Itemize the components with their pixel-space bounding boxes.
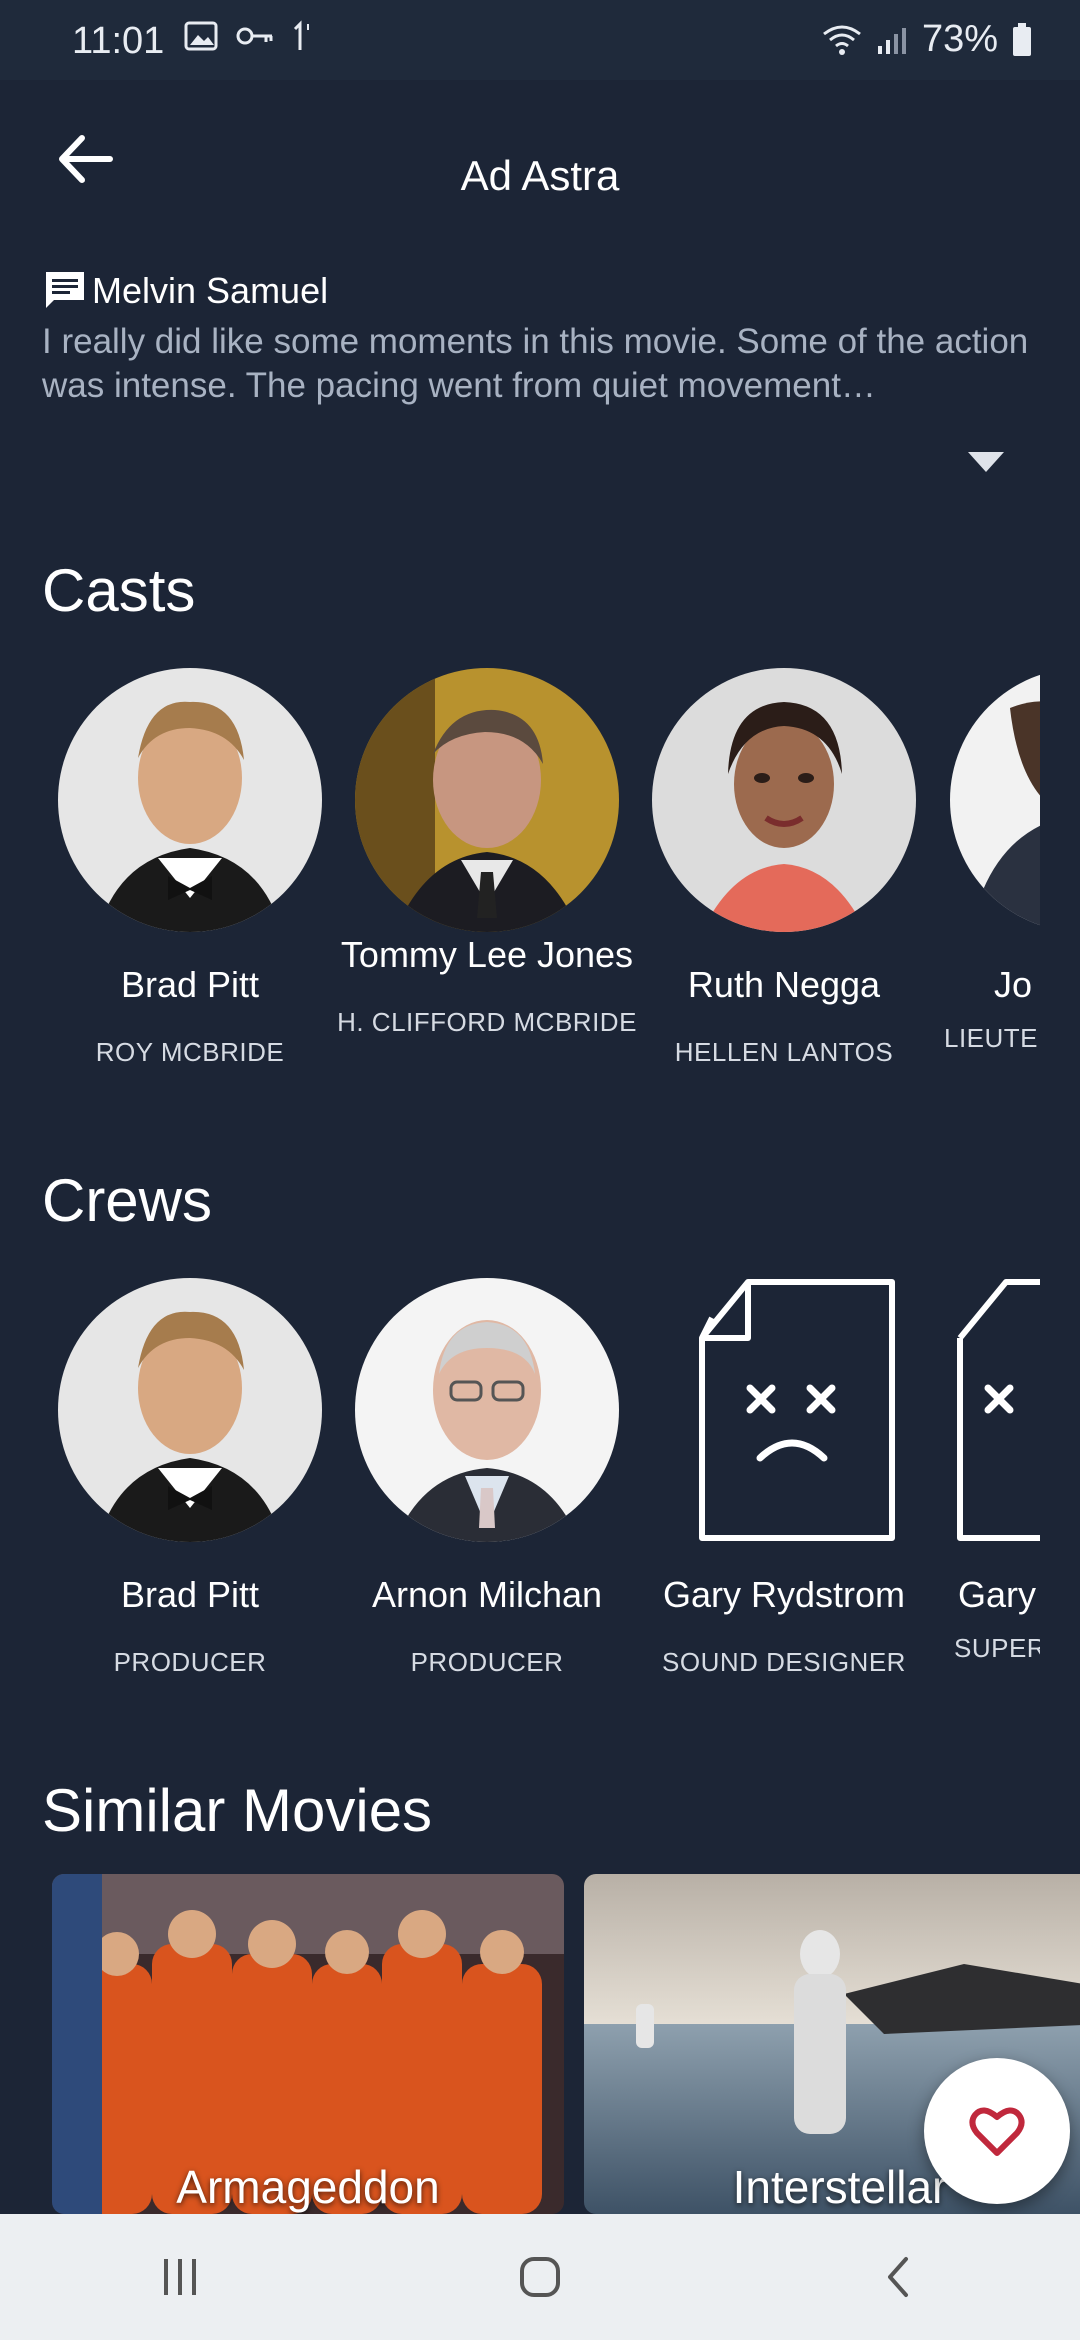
status-icons-right: 73% bbox=[822, 18, 1032, 61]
cast-role: H. CLIFFORD MCBRIDE bbox=[337, 1007, 637, 1037]
crew-item[interactable]: Arnon Milchan PRODUCER bbox=[337, 1278, 637, 1678]
avatar bbox=[58, 1278, 322, 1542]
recent-apps-button[interactable] bbox=[120, 2237, 240, 2317]
avatar bbox=[355, 1278, 619, 1542]
comment-icon bbox=[46, 272, 84, 308]
crews-title: Crews bbox=[42, 1167, 213, 1234]
crew-role: PRODUCER bbox=[410, 1647, 564, 1677]
page-title: Ad Astra bbox=[460, 152, 620, 199]
status-time: 11:01 bbox=[72, 20, 165, 62]
review-author-row: Melvin Samuel bbox=[42, 268, 1042, 314]
cast-role: LIEUTEN bbox=[944, 1023, 1040, 1053]
cast-name: Brad Pitt bbox=[120, 964, 260, 1005]
back-button[interactable] bbox=[840, 2237, 960, 2317]
back-chevron-icon bbox=[888, 2257, 908, 2297]
cast-item[interactable]: Jo LIEUTEN bbox=[934, 668, 1040, 1054]
avatar bbox=[950, 668, 1040, 932]
cast-item[interactable]: Ruth Negga HELLEN LANTOS bbox=[634, 668, 934, 1068]
home-button[interactable] bbox=[480, 2237, 600, 2317]
avatar bbox=[58, 668, 322, 932]
status-icons-left bbox=[184, 20, 314, 52]
key-icon bbox=[236, 27, 273, 45]
cast-name: Tommy Lee Jones bbox=[340, 934, 634, 975]
cast-name: Ruth Negga bbox=[687, 964, 881, 1005]
casts-row[interactable]: Brad Pitt ROY MCBRIDE Tommy Lee Jones H.… bbox=[0, 668, 1040, 1108]
image-icon bbox=[184, 21, 218, 51]
similar-movies-title: Similar Movies bbox=[42, 1777, 433, 1844]
recent-apps-icon bbox=[164, 2259, 196, 2295]
battery-icon bbox=[1013, 22, 1031, 56]
casts-title: Casts bbox=[42, 557, 196, 624]
cast-item[interactable]: Brad Pitt ROY MCBRIDE bbox=[40, 668, 340, 1068]
battery-percent: 73% bbox=[921, 18, 998, 60]
cast-role: ROY MCBRIDE bbox=[95, 1037, 285, 1067]
movie-title: Armageddon bbox=[176, 2161, 440, 2213]
review-author: Melvin Samuel bbox=[92, 270, 329, 311]
cast-item[interactable]: Tommy Lee Jones H. CLIFFORD MCBRIDE bbox=[337, 668, 637, 1038]
cast-name: Jo bbox=[994, 964, 1033, 1005]
cast-role: HELLEN LANTOS bbox=[674, 1037, 894, 1067]
avatar bbox=[652, 668, 916, 932]
system-nav-bar bbox=[0, 2214, 1080, 2340]
wifi-icon bbox=[823, 25, 861, 55]
avatar bbox=[355, 668, 619, 932]
similar-movies-row[interactable]: Armageddon Interstellar bbox=[0, 1874, 1080, 2214]
favorite-button[interactable] bbox=[924, 2058, 1070, 2204]
no-image-icon bbox=[950, 1278, 1040, 1542]
home-icon bbox=[520, 2257, 560, 2297]
status-bar: 11:01 73% bbox=[0, 0, 1080, 80]
crew-name: Gary Rydstrom bbox=[662, 1574, 906, 1615]
crew-name: Arnon Milchan bbox=[371, 1574, 603, 1615]
crew-name: Brad Pitt bbox=[120, 1574, 260, 1615]
crew-role: SOUND DESIGNER bbox=[662, 1647, 906, 1677]
crew-item[interactable]: Gary SUPERV bbox=[934, 1278, 1040, 1664]
crews-row[interactable]: Brad Pitt PRODUCER Arnon Milchan PRODUCE… bbox=[0, 1278, 1040, 1718]
signal-icon bbox=[877, 27, 906, 54]
crew-role: PRODUCER bbox=[113, 1647, 267, 1677]
review-text: I really did like some moments in this m… bbox=[42, 322, 1029, 405]
crew-item[interactable]: Gary Rydstrom SOUND DESIGNER bbox=[634, 1278, 934, 1678]
expand-chevron-down-icon[interactable] bbox=[966, 450, 1006, 474]
review-card[interactable]: Melvin Samuel I really did like some mom… bbox=[42, 268, 1042, 408]
movie-card[interactable]: Armageddon bbox=[52, 1874, 564, 2214]
no-image-icon bbox=[652, 1278, 916, 1542]
crew-name: Gary bbox=[958, 1574, 1037, 1615]
crew-role: SUPERV bbox=[954, 1633, 1040, 1663]
crew-item[interactable]: Brad Pitt PRODUCER bbox=[40, 1278, 340, 1678]
data-icon bbox=[293, 20, 309, 50]
heart-icon bbox=[969, 2107, 1025, 2156]
